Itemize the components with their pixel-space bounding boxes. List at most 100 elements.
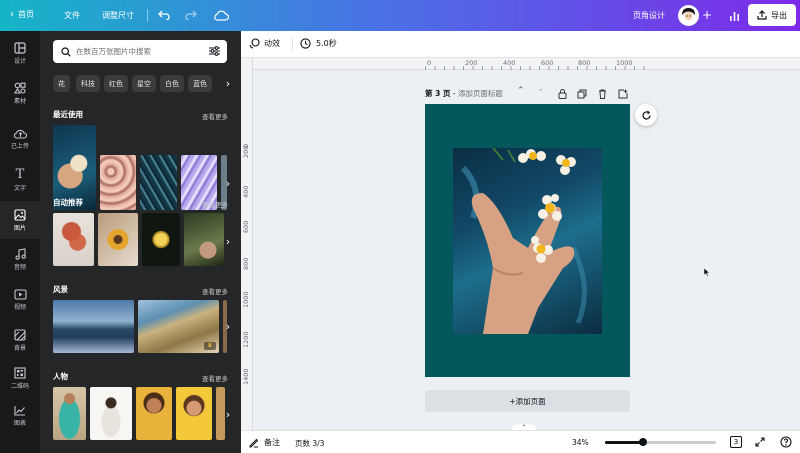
people-photo-girl-yellow[interactable]: [176, 387, 212, 440]
rail-label: 设计: [13, 57, 26, 65]
rail-item-qrcode[interactable]: 二维码: [0, 359, 40, 397]
side-rail: 设计 素材 已上传 T 文字 图片 音频 视频 背景 二维码 图表: [0, 31, 40, 453]
help-icon[interactable]: [780, 436, 792, 448]
rail-item-design[interactable]: 设计: [0, 34, 40, 72]
landscape-next-arrow-icon[interactable]: ›: [221, 319, 235, 333]
rail-item-background[interactable]: 背景: [0, 321, 40, 359]
page-title-input[interactable]: 添加页面标题: [458, 88, 503, 99]
ruler-vertical: 0 200 400 600 800 1000 1200 1400: [241, 58, 253, 430]
rail-item-photos[interactable]: 图片: [0, 201, 40, 239]
page-photo-hand-flowers[interactable]: [453, 148, 602, 334]
add-page-icon[interactable]: [618, 89, 628, 99]
divider: [147, 9, 148, 22]
people-photo-woman-yellow[interactable]: [136, 387, 172, 440]
add-collaborator-icon[interactable]: +: [702, 8, 712, 22]
rail-label: 已上传: [10, 143, 29, 150]
redo-icon[interactable]: [184, 8, 198, 22]
chip-blue[interactable]: 蓝色: [188, 75, 212, 92]
page-count-label[interactable]: 页数 3/3: [295, 438, 324, 449]
notes-icon: [249, 438, 259, 447]
chevron-up-icon[interactable]: ⌃: [517, 86, 525, 96]
page-number-label: 第 3 页: [425, 89, 451, 98]
people-photo-dancer[interactable]: [90, 387, 132, 440]
rail-label: 文字: [13, 185, 26, 192]
chevron-down-icon[interactable]: ⌄: [537, 84, 545, 94]
photo-search-input[interactable]: 在数百万张图片中搜索: [53, 40, 227, 63]
text-icon: T: [15, 167, 25, 182]
rail-item-elements[interactable]: 素材: [0, 74, 40, 112]
recent-photo-pink-pattern[interactable]: [100, 155, 136, 210]
photo-icon: [14, 208, 26, 221]
ruler-tick-label: 1000: [242, 291, 250, 308]
landscape-photo-coast[interactable]: ♛: [138, 300, 219, 353]
see-more-landscape-link[interactable]: 查看更多: [202, 286, 228, 296]
recommended-photo-hand-plants[interactable]: [184, 213, 224, 266]
avatar[interactable]: [678, 5, 699, 26]
landscape-photo-lake-mountains[interactable]: [53, 300, 134, 353]
photos-panel: 在数百万张图片中搜索 花 科技 红色 星空 白色 蓝色 › 最近使用 查看更多 …: [40, 31, 241, 453]
magic-refresh-icon[interactable]: [635, 104, 657, 126]
export-label: 导出: [771, 10, 787, 20]
cloud-save-icon[interactable]: [213, 8, 229, 22]
undo-icon[interactable]: [157, 8, 171, 22]
zoom-slider-handle[interactable]: [639, 438, 647, 446]
video-icon: [13, 289, 27, 300]
chip-tech[interactable]: 科技: [76, 75, 100, 92]
chip-starry[interactable]: 星空: [132, 75, 156, 92]
see-more-recent-link[interactable]: 查看更多: [202, 111, 228, 121]
upload-arrow-icon: [757, 10, 767, 20]
filter-sliders-icon[interactable]: [209, 46, 220, 56]
rail-label: 图表: [13, 420, 26, 427]
add-page-button[interactable]: +添加页面: [425, 390, 630, 412]
people-photo-woman-teal[interactable]: [53, 387, 86, 440]
ruler-tick-label: 800: [242, 257, 250, 270]
design-page[interactable]: [425, 104, 630, 377]
fullscreen-icon[interactable]: [755, 437, 765, 447]
export-button[interactable]: 导出: [748, 4, 796, 26]
chip-flower[interactable]: 花: [53, 75, 70, 92]
insights-chart-icon[interactable]: [727, 9, 741, 22]
rail-item-uploads[interactable]: 已上传: [0, 120, 40, 158]
bottom-bar: 备注 页数 3/3 34% 3: [241, 430, 800, 453]
animate-icon: [249, 38, 260, 49]
duration-button[interactable]: 5.0秒: [300, 38, 337, 49]
chip-red[interactable]: 红色: [104, 75, 128, 92]
search-placeholder: 在数百万张图片中搜索: [76, 47, 151, 56]
see-more-recommended-link[interactable]: 查看更多: [202, 199, 228, 209]
recommended-photo-red-flowers[interactable]: [53, 213, 94, 266]
zoom-slider[interactable]: [605, 438, 716, 446]
animate-button[interactable]: 动效: [249, 38, 280, 49]
rail-item-video[interactable]: 视频: [0, 281, 40, 319]
resize-button[interactable]: 调整尺寸: [102, 10, 134, 21]
people-next-arrow-icon[interactable]: ›: [221, 407, 235, 421]
ruler-tick-label: 600: [242, 220, 250, 233]
upload-icon: [13, 129, 27, 139]
rail-item-text[interactable]: T 文字: [0, 161, 40, 199]
chip-white[interactable]: 白色: [160, 75, 184, 92]
notes-button[interactable]: 备注: [249, 437, 280, 448]
rail-item-audio[interactable]: 音频: [0, 240, 40, 278]
search-icon: [61, 46, 71, 57]
home-button[interactable]: ‹ 首页: [10, 9, 34, 20]
recommended-next-arrow-icon[interactable]: ›: [221, 234, 235, 248]
recent-next-arrow-icon[interactable]: ›: [221, 176, 235, 190]
page-header: 第 3 页 - 添加页面标题 ⌃ ⌄: [425, 84, 630, 101]
rail-label: 音频: [13, 263, 26, 271]
see-more-people-link[interactable]: 查看更多: [202, 373, 228, 383]
zoom-percentage[interactable]: 34%: [572, 438, 589, 447]
trash-icon[interactable]: [598, 89, 607, 99]
file-menu-button[interactable]: 文件: [64, 10, 80, 21]
chip-next-arrow-icon[interactable]: ›: [221, 76, 235, 90]
duplicate-page-icon[interactable]: [577, 89, 587, 99]
page-title-separator: -: [450, 89, 458, 98]
zoom-slider-fill: [605, 441, 643, 444]
page-grid-view-button[interactable]: 3: [730, 436, 742, 448]
design-title[interactable]: 页角设计: [633, 10, 665, 21]
recommended-photo-sunflower[interactable]: [98, 213, 138, 266]
recommended-photo-yellow-rose[interactable]: [142, 213, 180, 266]
recent-photo-teal-plants[interactable]: [140, 155, 177, 210]
top-bar: ‹ 首页 文件 调整尺寸 页角设计 + 导出: [0, 0, 800, 31]
clock-icon: [300, 38, 311, 49]
rail-item-charts[interactable]: 图表: [0, 397, 40, 435]
lock-icon[interactable]: [558, 89, 567, 99]
